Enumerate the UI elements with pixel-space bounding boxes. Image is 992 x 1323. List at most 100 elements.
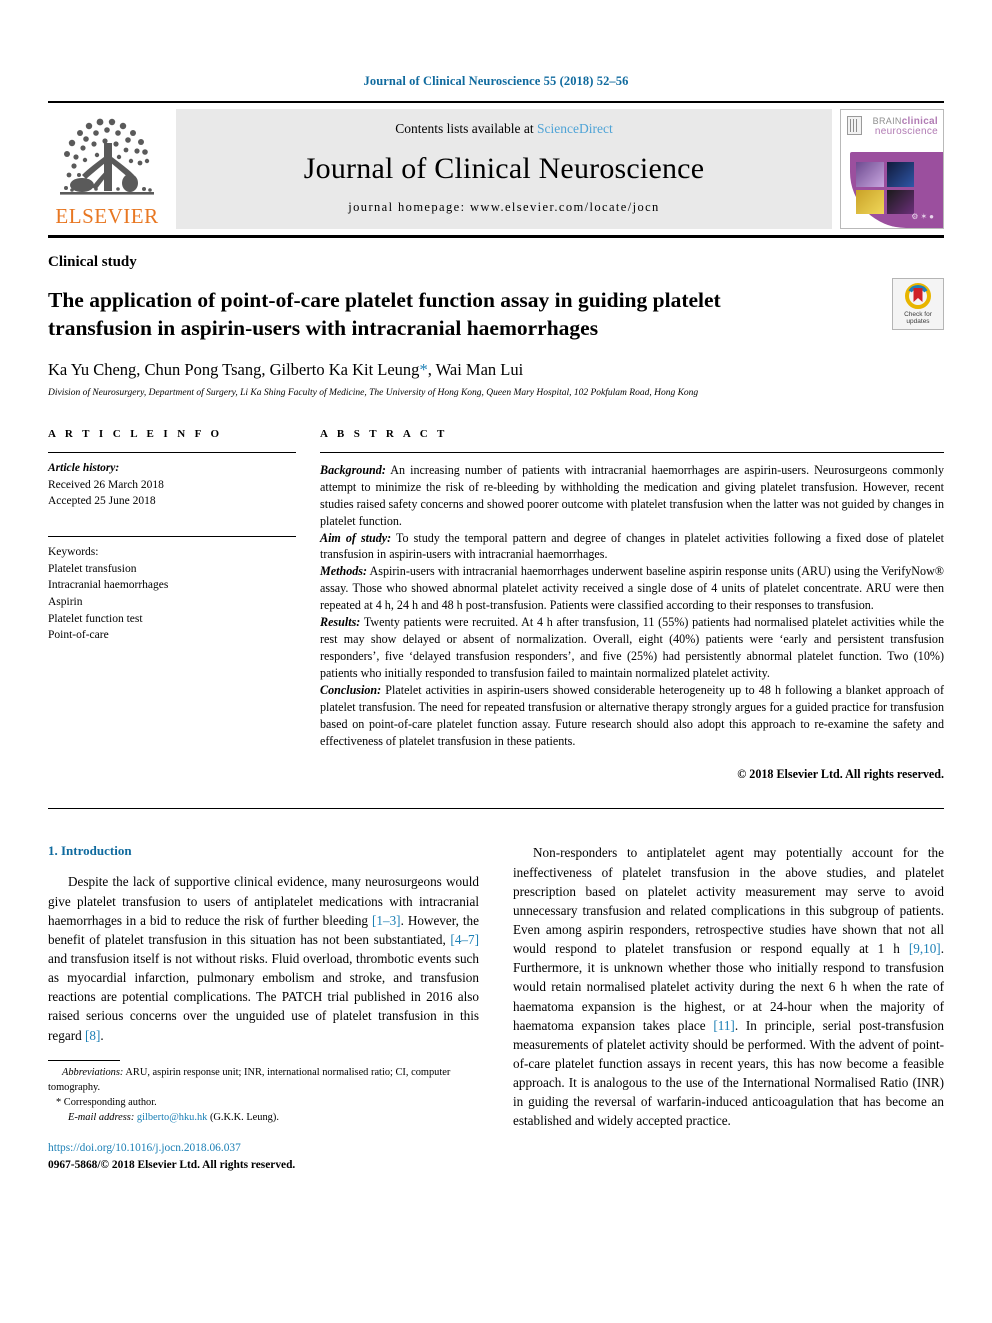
intro-right-text-c: . In principle, serial post-transfusion … <box>513 1017 944 1129</box>
doi-block: https://doi.org/10.1016/j.jocn.2018.06.0… <box>48 1140 479 1173</box>
elsevier-tree-icon <box>60 118 154 195</box>
keyword-item: Platelet transfusion <box>48 562 137 575</box>
abstract-section-background: Background: An increasing number of pati… <box>320 462 944 530</box>
journal-homepage-link[interactable]: journal homepage: www.elsevier.com/locat… <box>348 200 659 215</box>
cover-image-grid <box>856 162 914 215</box>
crossmark-icon <box>905 282 931 309</box>
abstract-label-background: Background: <box>320 462 386 477</box>
crossmark-label: Check for updates <box>904 310 932 325</box>
section-heading-introduction: 1. Introduction <box>48 843 132 859</box>
footnote-area: Abbreviations: ARU, aspirin response uni… <box>48 1060 479 1173</box>
affiliation: Division of Neurosurgery, Department of … <box>48 387 699 398</box>
title-block: Clinical study The application of point-… <box>48 254 944 398</box>
email-footnote: E-mail address: gilberto@hku.hk (G.K.K. … <box>48 1111 479 1126</box>
sciencedirect-link[interactable]: ScienceDirect <box>537 121 613 136</box>
abstract-text: Background: An increasing number of pati… <box>320 462 944 783</box>
abstract-section-methods: Methods: Aspirin-users with intracranial… <box>320 563 944 614</box>
issn-number: 0967-5868/ <box>48 1158 101 1171</box>
article-info-heading: A R T I C L E I N F O <box>48 427 223 440</box>
keyword-item: Platelet function test <box>48 612 143 625</box>
abstract-rule <box>320 451 944 453</box>
journal-title: Journal of Clinical Neuroscience <box>303 151 705 185</box>
email-suffix: (G.K.K. Leung). <box>207 1111 279 1123</box>
page-title: The application of point-of-care platele… <box>48 288 721 340</box>
citation-1-3[interactable]: [1–3] <box>372 913 401 928</box>
contents-available-line: Contents lists available at ScienceDirec… <box>395 121 612 137</box>
author-names: Ka Yu Cheng, Chun Pong Tsang, Gilberto K… <box>48 359 420 379</box>
elsevier-wordmark: ELSEVIER <box>55 204 159 228</box>
email-label: E-mail address: <box>68 1111 135 1123</box>
keywords-rule <box>48 535 296 537</box>
abstract-body-methods: Aspirin-users with intracranial haemorrh… <box>320 564 944 613</box>
corresponding-author-footnote: * Corresponding author. <box>56 1096 157 1108</box>
masthead-bottom-rule <box>48 235 944 238</box>
issn-copyright-line: 0967-5868/© 2018 Elsevier Ltd. All right… <box>48 1157 479 1174</box>
footnote-rule <box>48 1060 120 1062</box>
author-list: Ka Yu Cheng, Chun Pong Tsang, Gilberto K… <box>48 360 944 380</box>
intro-paragraph-left: Despite the lack of supportive clinical … <box>48 872 479 1044</box>
paper-page: Journal of Clinical Neuroscience 55 (201… <box>0 0 992 1323</box>
article-history-label: Article history: <box>48 461 120 474</box>
abstract-body-results: Twenty patients were recruited. At 4 h a… <box>320 615 944 680</box>
abstract-label-conclusion: Conclusion: <box>320 682 382 697</box>
journal-cover-thumbnail[interactable]: BRAINclinical neuroscience ⚙✶● <box>840 109 944 229</box>
citation-9-10[interactable]: [9,10] <box>909 941 941 956</box>
issn-copyright: © 2018 Elsevier Ltd. All rights reserved… <box>100 1158 296 1171</box>
abstract-body-conclusion: Platelet activities in aspirin-users sho… <box>320 682 944 748</box>
abstract-label-aim: Aim of study: <box>320 530 392 545</box>
accepted-date: Accepted 25 June 2018 <box>48 495 156 508</box>
cover-line1-small: BRAIN <box>872 116 902 126</box>
abbreviations-footnote: Abbreviations: ARU, aspirin response uni… <box>48 1066 479 1096</box>
abstract-copyright: © 2018 Elsevier Ltd. All rights reserved… <box>737 766 944 781</box>
cover-image-1 <box>856 162 884 187</box>
keyword-item: Point-of-care <box>48 629 109 642</box>
abstract-section-aim: Aim of study: To study the temporal patt… <box>320 530 944 564</box>
running-head: Journal of Clinical Neuroscience 55 (201… <box>363 74 629 88</box>
body-column-left: 1. Introduction Despite the lack of supp… <box>48 843 479 1173</box>
abstract-bottom-rule <box>48 808 944 810</box>
citation-8[interactable]: [8] <box>85 1028 100 1043</box>
info-abstract-row: A R T I C L E I N F O Article history: R… <box>48 428 944 783</box>
intro-left-text-c: and transfusion itself is not without ri… <box>48 951 479 1043</box>
keywords-label: Keywords: <box>48 545 99 558</box>
intro-left-text-d: . <box>100 1027 104 1043</box>
intro-paragraph-right: Non-responders to antiplatelet agent may… <box>513 843 944 1130</box>
abbreviations-label: Abbreviations: <box>62 1067 124 1079</box>
intro-right-text-a: Non-responders to antiplatelet agent may… <box>513 845 944 957</box>
cover-image-3 <box>856 189 884 215</box>
abstract-label-methods: Methods: <box>320 564 368 579</box>
cover-line2: neuroscience <box>874 126 938 137</box>
cover-elsevier-mark-icon <box>847 116 862 135</box>
doi-link[interactable]: https://doi.org/10.1016/j.jocn.2018.06.0… <box>48 1140 479 1157</box>
abstract-label-results: Results: <box>320 615 361 630</box>
cover-wordmark: BRAINclinical neuroscience <box>873 117 938 137</box>
abstract-heading: A B S T R A C T <box>320 427 448 440</box>
body-columns: 1. Introduction Despite the lack of supp… <box>48 843 944 1173</box>
citation-4-7[interactable]: [4–7] <box>450 932 479 947</box>
journal-masthead: ELSEVIER Contents lists available at Sci… <box>48 101 944 229</box>
article-type-kicker: Clinical study <box>48 254 137 270</box>
abstract-section-results: Results: Twenty patients were recruited.… <box>320 614 944 682</box>
contents-prefix: Contents lists available at <box>395 121 537 136</box>
article-info-column: A R T I C L E I N F O Article history: R… <box>48 428 296 783</box>
corresponding-author-marker: * <box>419 359 428 379</box>
crossmark-badge[interactable]: Check for updates <box>892 278 944 330</box>
cover-footer-glyphs: ⚙✶● <box>911 212 936 221</box>
elsevier-logo: ELSEVIER <box>48 109 166 229</box>
article-history: Article history: Received 26 March 2018 … <box>48 460 296 510</box>
abstract-body-background: An increasing number of patients with in… <box>320 462 944 528</box>
masthead-center-panel: Contents lists available at ScienceDirec… <box>176 109 832 229</box>
abstract-column: A B S T R A C T Background: An increasin… <box>320 428 944 783</box>
abstract-body-aim: To study the temporal pattern and degree… <box>320 530 944 562</box>
email-link[interactable]: gilberto@hku.hk <box>137 1112 207 1123</box>
citation-11[interactable]: [11] <box>713 1018 734 1033</box>
keywords-block: Keywords: Platelet transfusion Intracran… <box>48 535 296 644</box>
received-date: Received 26 March 2018 <box>48 478 164 491</box>
cover-header: BRAINclinical neuroscience <box>841 110 943 151</box>
author-names-tail: , Wai Man Lui <box>427 359 524 379</box>
cover-image-2 <box>886 162 914 187</box>
keyword-item: Intracranial haemorrhages <box>48 579 169 592</box>
keywords-list: Keywords: Platelet transfusion Intracran… <box>48 544 296 644</box>
cover-image-4 <box>886 189 914 215</box>
abstract-section-conclusion: Conclusion: Platelet activities in aspir… <box>320 682 944 750</box>
